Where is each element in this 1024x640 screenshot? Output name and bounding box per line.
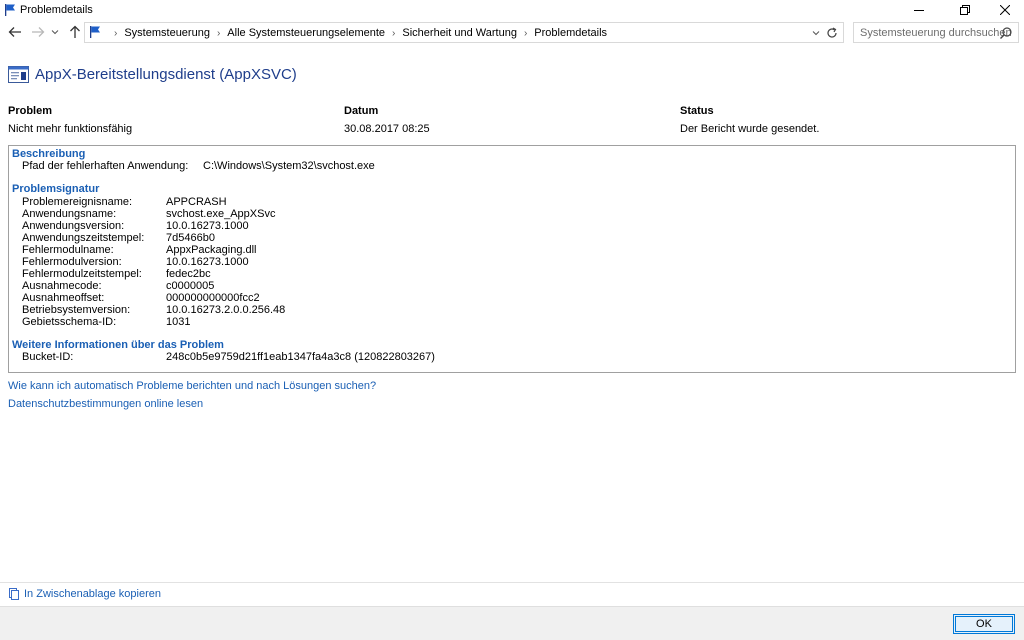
auto-report-link[interactable]: Wie kann ich automatisch Probleme berich…	[8, 380, 376, 392]
breadcrumb-sicherheit-wartung[interactable]: Sicherheit und Wartung	[402, 27, 517, 39]
bucket-key: Bucket-ID:	[22, 351, 74, 363]
window-title: Problemdetails	[20, 4, 93, 16]
problem-report-icon	[8, 66, 29, 83]
arrow-right-icon	[32, 27, 45, 37]
signature-value: fedec2bc	[166, 268, 211, 280]
bucket-value: 248c0b5e9759d21ff1eab1347fa4a3c8 (120822…	[166, 351, 435, 363]
signature-value: svchost.exe_AppXSvc	[166, 208, 276, 220]
signature-key: Anwendungszeitstempel:	[22, 232, 145, 244]
flag-icon	[5, 4, 15, 16]
restore-button[interactable]	[950, 0, 980, 20]
navigation-bar: › Systemsteuerung › Alle Systemsteuerung…	[0, 20, 1024, 46]
minimize-button[interactable]	[904, 0, 934, 20]
signature-key: Gebietsschema-ID:	[22, 316, 117, 328]
search-input[interactable]: Systemsteuerung durchsuchen	[853, 22, 1019, 43]
problem-value: Nicht mehr funktionsfähig	[8, 123, 133, 135]
signature-value: 10.0.16273.1000	[166, 256, 249, 268]
signature-value: c0000005	[166, 280, 215, 292]
copy-to-clipboard-label: In Zwischenablage kopieren	[24, 587, 161, 600]
signature-key: Ausnahmeoffset:	[22, 292, 105, 304]
chevron-right-icon[interactable]: ›	[524, 28, 527, 39]
clipboard-icon	[9, 588, 19, 600]
signature-key: Problemereignisname:	[22, 196, 133, 208]
signature-value: APPCRASH	[166, 196, 227, 208]
flag-icon	[90, 26, 100, 38]
up-button[interactable]	[66, 23, 84, 41]
arrow-up-icon	[70, 25, 80, 38]
privacy-link[interactable]: Datenschutzbestimmungen online lesen	[8, 398, 203, 410]
signature-value: 1031	[166, 316, 191, 328]
signature-value: 000000000000fcc2	[166, 292, 260, 304]
signature-value: 7d5466b0	[166, 232, 215, 244]
ok-button[interactable]: OK	[953, 614, 1015, 634]
signature-heading: Problemsignatur	[12, 183, 100, 195]
breadcrumb-systemsteuerung[interactable]: Systemsteuerung	[124, 27, 210, 39]
description-value: C:\Windows\System32\svchost.exe	[203, 160, 375, 172]
footer-bar: OK	[0, 606, 1024, 640]
chevron-right-icon[interactable]: ›	[217, 28, 220, 39]
recent-locations-button[interactable]	[49, 23, 61, 41]
restore-icon	[960, 5, 970, 15]
breadcrumb-problemdetails[interactable]: Problemdetails	[534, 27, 607, 39]
breadcrumb: › Systemsteuerung › Alle Systemsteuerung…	[107, 27, 607, 39]
signature-key: Fehlermodulname:	[22, 244, 114, 256]
address-dropdown-icon[interactable]	[811, 26, 821, 40]
problem-details-window: Problemdetails › Systemsteuerung › Alle …	[0, 0, 1024, 640]
description-heading: Beschreibung	[12, 148, 86, 160]
status-value: Der Bericht wurde gesendet.	[680, 123, 820, 135]
close-icon	[1000, 5, 1010, 15]
title-bar: Problemdetails	[0, 0, 1024, 20]
forward-button[interactable]	[29, 23, 47, 41]
refresh-icon[interactable]	[825, 26, 839, 40]
back-button[interactable]	[6, 23, 24, 41]
breadcrumb-alle-elemente[interactable]: Alle Systemsteuerungselemente	[227, 27, 385, 39]
chevron-right-icon[interactable]: ›	[392, 28, 395, 39]
address-bar[interactable]: › Systemsteuerung › Alle Systemsteuerung…	[84, 22, 844, 43]
divider	[0, 582, 1024, 583]
signature-key: Anwendungsversion:	[22, 220, 125, 232]
signature-value: AppxPackaging.dll	[166, 244, 257, 256]
more-info-heading: Weitere Informationen über das Problem	[12, 339, 224, 351]
status-label: Status	[680, 105, 714, 117]
copy-to-clipboard-button[interactable]: In Zwischenablage kopieren	[8, 587, 161, 600]
signature-key: Ausnahmecode:	[22, 280, 102, 292]
signature-key: Fehlermodulversion:	[22, 256, 122, 268]
signature-key: Betriebsystemversion:	[22, 304, 131, 316]
signature-value: 10.0.16273.1000	[166, 220, 249, 232]
signature-key: Anwendungsname:	[22, 208, 117, 220]
date-label: Datum	[344, 105, 379, 117]
signature-key: Fehlermodulzeitstempel:	[22, 268, 142, 280]
problem-details-box[interactable]: Beschreibung Pfad der fehlerhaften Anwen…	[8, 145, 1016, 373]
search-placeholder: Systemsteuerung durchsuchen	[860, 27, 1012, 39]
search-icon[interactable]	[999, 26, 1013, 40]
minimize-icon	[914, 10, 924, 11]
arrow-left-icon	[8, 27, 21, 37]
chevron-right-icon: ›	[114, 27, 118, 39]
close-button[interactable]	[990, 0, 1020, 20]
description-key: Pfad der fehlerhaften Anwendung:	[22, 160, 189, 172]
date-value: 30.08.2017 08:25	[344, 123, 430, 135]
chevron-down-icon	[51, 30, 59, 35]
signature-value: 10.0.16273.2.0.0.256.48	[166, 304, 286, 316]
page-title: AppX-Bereitstellungsdienst (AppXSVC)	[35, 66, 297, 83]
problem-label: Problem	[8, 105, 53, 117]
